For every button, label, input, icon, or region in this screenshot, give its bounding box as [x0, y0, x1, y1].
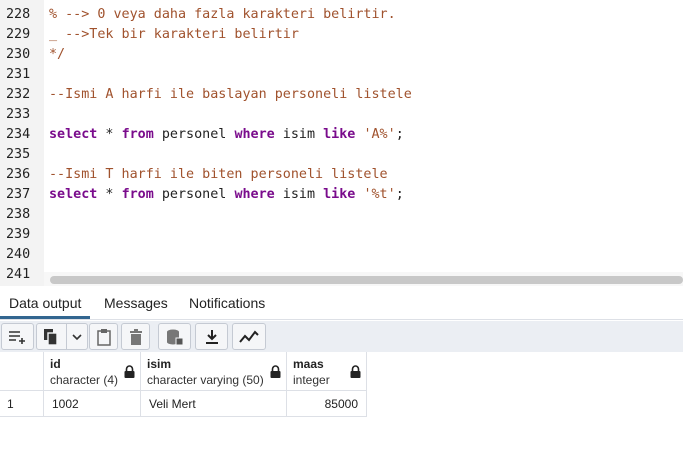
code-token: from — [121, 187, 154, 202]
code-line[interactable]: 237 select * from personel where isim lik… — [0, 185, 683, 205]
dropdown-chevron-icon[interactable] — [72, 333, 82, 341]
line-number: 235 — [6, 147, 31, 162]
sql-editor[interactable]: 228 % --> 0 veya daha fazla karakteri bel… — [0, 0, 683, 286]
line-number: 234 — [6, 127, 31, 142]
copy-button[interactable] — [36, 323, 88, 350]
tab-data-output[interactable]: Data output — [0, 287, 91, 319]
code-token: --Ismi A harfi ile baslayan personeli li… — [49, 87, 412, 102]
code-text: select * from personel where isim like '… — [49, 125, 404, 145]
column-header-maas[interactable]: maas integer — [287, 352, 367, 391]
code-text: --Ismi A harfi ile baslayan personeli li… — [49, 85, 412, 105]
column-header-id[interactable]: id character (4) — [44, 352, 141, 391]
graph-icon — [239, 329, 259, 343]
table-cell-maas[interactable]: 85000 — [287, 391, 367, 417]
delete-button[interactable] — [121, 323, 150, 350]
code-token: personel — [153, 187, 235, 202]
horizontal-scrollbar-thumb[interactable] — [50, 276, 683, 284]
code-token: isim — [274, 127, 324, 142]
code-token: _ -->Tek bir karakteri belirtir — [49, 27, 299, 42]
code-line[interactable]: 233 — [0, 105, 683, 125]
download-button[interactable] — [195, 323, 228, 350]
column-name: isim — [147, 357, 172, 371]
code-token: isim — [274, 187, 324, 202]
line-number: 229 — [6, 27, 31, 42]
lock-icon — [270, 365, 281, 378]
code-token: ; — [395, 187, 404, 202]
output-tabs: Data output Messages Notifications — [0, 287, 683, 320]
code-text: % --> 0 veya daha fazla karakteri belirt… — [49, 5, 396, 25]
code-line[interactable]: 232 --Ismi A harfi ile baslayan personeli… — [0, 85, 683, 105]
code-token: select — [49, 187, 98, 202]
code-token: where — [234, 127, 275, 142]
line-number: 233 — [6, 107, 31, 122]
code-line[interactable]: 238 — [0, 205, 683, 225]
delete-icon — [129, 328, 142, 345]
column-name: maas — [293, 357, 324, 371]
code-token: where — [234, 187, 275, 202]
code-token: select — [49, 127, 98, 142]
code-text: _ -->Tek bir karakteri belirtir — [49, 25, 299, 45]
paste-button[interactable] — [89, 323, 118, 350]
code-token: like — [323, 187, 356, 202]
code-token: '%t' — [363, 187, 396, 202]
data-output-grid: id character (4) isim character varying … — [0, 352, 683, 462]
line-number: 230 — [6, 47, 31, 62]
code-line[interactable]: 234 select * from personel where isim lik… — [0, 125, 683, 145]
code-text: select * from personel where isim like '… — [49, 185, 404, 205]
code-token: * — [97, 127, 122, 142]
code-token: like — [323, 127, 356, 142]
add-row-button[interactable] — [1, 323, 34, 350]
code-text: --Ismi T harfi ile biten personeli liste… — [49, 165, 388, 185]
code-line[interactable]: 229 _ -->Tek bir karakteri belirtir — [0, 25, 683, 45]
code-token: from — [121, 127, 154, 142]
lock-icon — [124, 365, 135, 378]
code-token: */ — [49, 47, 66, 62]
code-line[interactable]: 228 % --> 0 veya daha fazla karakteri bel… — [0, 5, 683, 25]
code-token: 'A%' — [363, 127, 396, 142]
lock-icon — [350, 365, 361, 378]
line-number: 231 — [6, 67, 31, 82]
row-number-header — [0, 352, 44, 391]
code-line[interactable]: 230 */ — [0, 45, 683, 65]
line-number: 237 — [6, 187, 31, 202]
column-type: integer — [293, 373, 330, 387]
tab-messages[interactable]: Messages — [95, 287, 177, 319]
save-data-button[interactable] — [158, 323, 191, 350]
column-header-isim[interactable]: isim character varying (50) — [141, 352, 287, 391]
code-line[interactable]: 236 --Ismi T harfi ile biten personeli li… — [0, 165, 683, 185]
download-icon — [205, 329, 218, 344]
line-number: 240 — [6, 247, 31, 262]
code-line[interactable]: 231 — [0, 65, 683, 85]
tab-notifications[interactable]: Notifications — [180, 287, 274, 319]
row-number[interactable]: 1 — [0, 391, 44, 417]
code-token: personel — [153, 127, 235, 142]
code-line[interactable]: 235 — [0, 145, 683, 165]
code-text: */ — [49, 45, 65, 65]
data-output-toolbar — [0, 321, 683, 352]
code-line[interactable]: 240 — [0, 245, 683, 265]
table-cell-id[interactable]: 1002 — [44, 391, 141, 417]
column-name: id — [50, 357, 61, 371]
copy-icon — [44, 328, 58, 346]
column-type: character varying (50) — [147, 373, 264, 387]
line-number: 236 — [6, 167, 31, 182]
table-cell-isim[interactable]: Veli Mert — [141, 391, 287, 417]
graph-visualiser-button[interactable] — [232, 323, 266, 350]
add-row-icon — [8, 330, 25, 344]
code-token: * — [97, 187, 122, 202]
line-number: 239 — [6, 227, 31, 242]
paste-icon — [96, 328, 111, 346]
line-number: 241 — [6, 267, 31, 282]
code-token: % --> 0 veya daha fazla karakteri belirt… — [49, 7, 396, 22]
line-number: 232 — [6, 87, 31, 102]
save-data-icon — [166, 329, 183, 345]
code-token: --Ismi T harfi ile biten personeli liste… — [49, 167, 388, 182]
code-line[interactable]: 239 — [0, 225, 683, 245]
code-token: ; — [395, 127, 404, 142]
line-number: 238 — [6, 207, 31, 222]
column-type: character (4) — [50, 373, 119, 387]
line-number: 228 — [6, 7, 31, 22]
